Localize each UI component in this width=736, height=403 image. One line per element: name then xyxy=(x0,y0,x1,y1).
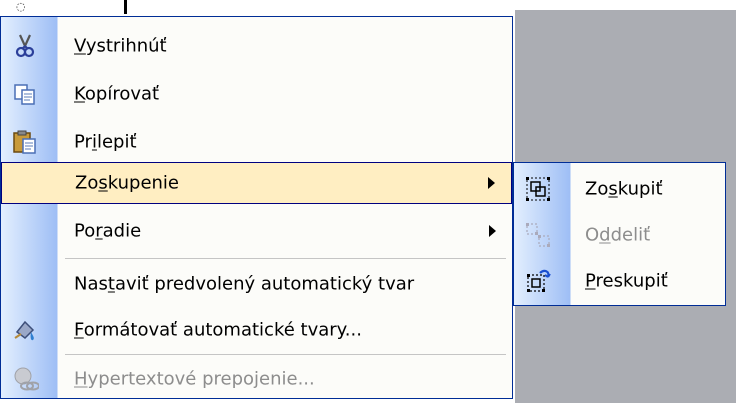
menu-item-label: Kopírovať xyxy=(74,83,160,105)
menu-item-label: Oddeliť xyxy=(585,224,651,246)
menu-item-set-default-autoshape[interactable]: Nastaviť predvolený automatický tvar xyxy=(1,260,512,308)
menu-separator xyxy=(65,258,506,259)
hyperlink-icon xyxy=(14,367,39,391)
paint-format-icon xyxy=(14,320,35,341)
menu-item-copy[interactable]: Kopírovať xyxy=(1,70,512,118)
ungroup-icon xyxy=(526,223,550,247)
text-cursor xyxy=(124,0,127,14)
menu-item-label: Poradie xyxy=(74,220,142,242)
submenu-arrow-icon xyxy=(489,225,496,237)
menu-item-label: Formátovať automatické tvary... xyxy=(74,319,362,341)
submenu-item-ungroup[interactable]: Oddeliť xyxy=(514,211,725,259)
menu-item-group[interactable]: Zoskupenie xyxy=(1,162,512,204)
partial-glyph: ◌ xyxy=(16,0,26,13)
menu-item-label: Vystrihnúť xyxy=(74,35,167,57)
menu-item-label: Prilepiť xyxy=(74,131,137,153)
menu-item-label: Preskupiť xyxy=(585,270,668,292)
group-submenu: Zoskupiť Oddeliť Preskupiť xyxy=(513,162,726,306)
regroup-icon xyxy=(527,269,551,292)
submenu-arrow-icon xyxy=(488,177,495,189)
menu-item-paste[interactable]: Prilepiť xyxy=(1,118,512,166)
context-menu: Vystrihnúť Kopírovať Prilepiť Zoskupenie… xyxy=(0,16,513,399)
menu-item-format-autoshapes[interactable]: Formátovať automatické tvary... xyxy=(1,306,512,354)
group-icon xyxy=(526,177,550,201)
menu-item-label: Zoskupiť xyxy=(585,178,663,200)
paste-icon xyxy=(13,130,36,154)
menu-item-order[interactable]: Poradie xyxy=(1,207,512,255)
copy-icon xyxy=(14,84,35,105)
menu-item-cut[interactable]: Vystrihnúť xyxy=(1,22,512,70)
menu-item-label: Hypertextové prepojenie... xyxy=(74,368,315,390)
menu-item-hyperlink[interactable]: Hypertextové prepojenie... xyxy=(1,355,512,403)
submenu-item-regroup[interactable]: Preskupiť xyxy=(514,257,725,305)
submenu-item-group[interactable]: Zoskupiť xyxy=(514,165,725,213)
menu-item-label: Nastaviť predvolený automatický tvar xyxy=(74,273,415,295)
scissors-icon xyxy=(15,34,35,58)
menu-item-label: Zoskupenie xyxy=(75,172,179,194)
